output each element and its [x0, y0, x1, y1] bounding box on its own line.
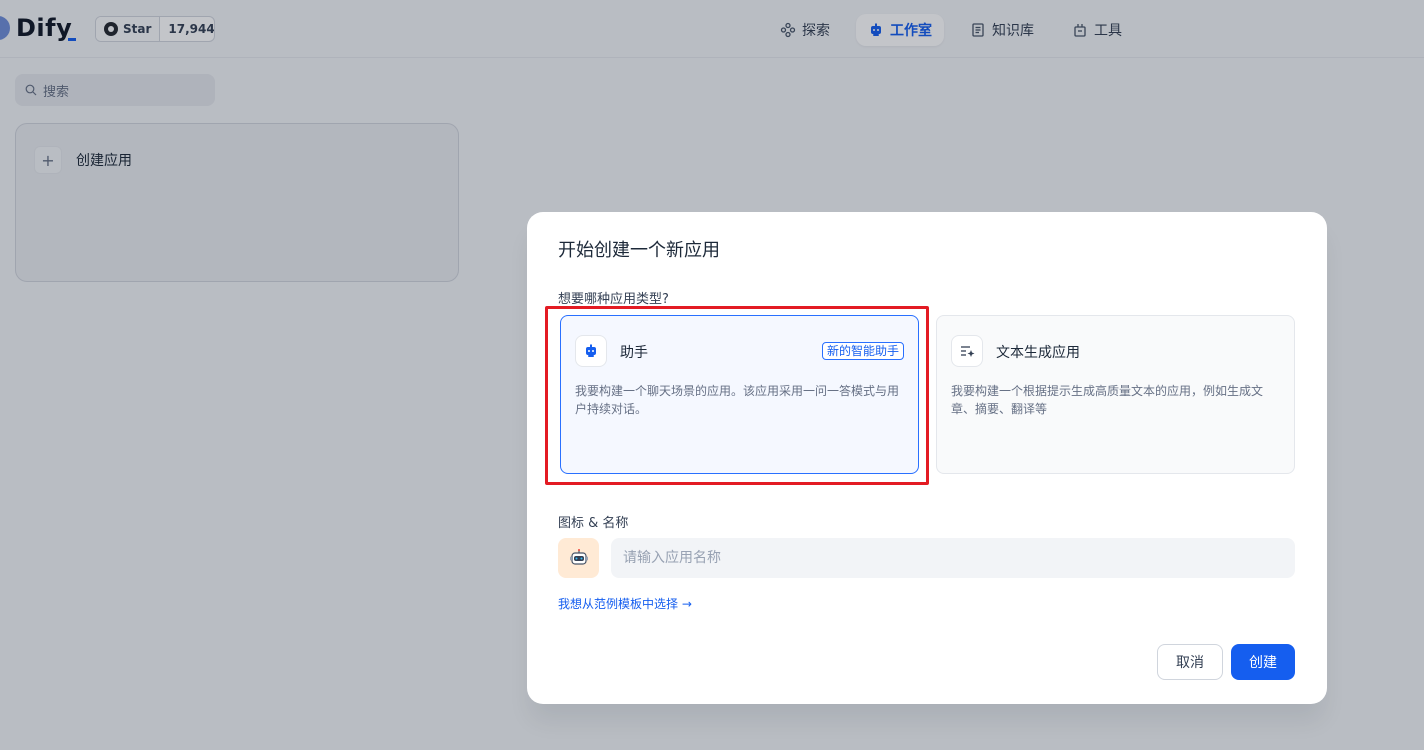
app-type-text-generation[interactable]: 文本生成应用 我要构建一个根据提示生成高质量文本的应用，例如生成文章、摘要、翻译…	[936, 315, 1295, 474]
cancel-button[interactable]: 取消	[1157, 644, 1223, 680]
text-generation-icon	[951, 335, 983, 367]
app-name-input[interactable]	[611, 538, 1295, 578]
robot-avatar-icon	[569, 549, 588, 565]
modal-title: 开始创建一个新应用	[558, 240, 720, 261]
new-badge: 新的智能助手	[821, 342, 904, 360]
app-type-question: 想要哪种应用类型?	[558, 292, 669, 307]
text-generation-title: 文本生成应用	[996, 345, 1080, 361]
assistant-title: 助手	[620, 345, 648, 361]
create-app-modal: 开始创建一个新应用 想要哪种应用类型? 助手 新的智能助手 我要构建一个聊天场景…	[527, 212, 1327, 704]
text-generation-description: 我要构建一个根据提示生成高质量文本的应用，例如生成文章、摘要、翻译等	[951, 384, 1264, 416]
app-icon-picker[interactable]	[558, 538, 599, 578]
icon-name-label: 图标 & 名称	[558, 516, 629, 531]
app-type-assistant[interactable]: 助手 新的智能助手 我要构建一个聊天场景的应用。该应用采用一问一答模式与用户持续…	[560, 315, 919, 474]
create-button[interactable]: 创建	[1231, 644, 1295, 680]
assistant-description: 我要构建一个聊天场景的应用。该应用采用一问一答模式与用户持续对话。	[575, 384, 900, 416]
template-link[interactable]: 我想从范例模板中选择 →	[558, 595, 692, 612]
assistant-icon	[575, 335, 607, 367]
